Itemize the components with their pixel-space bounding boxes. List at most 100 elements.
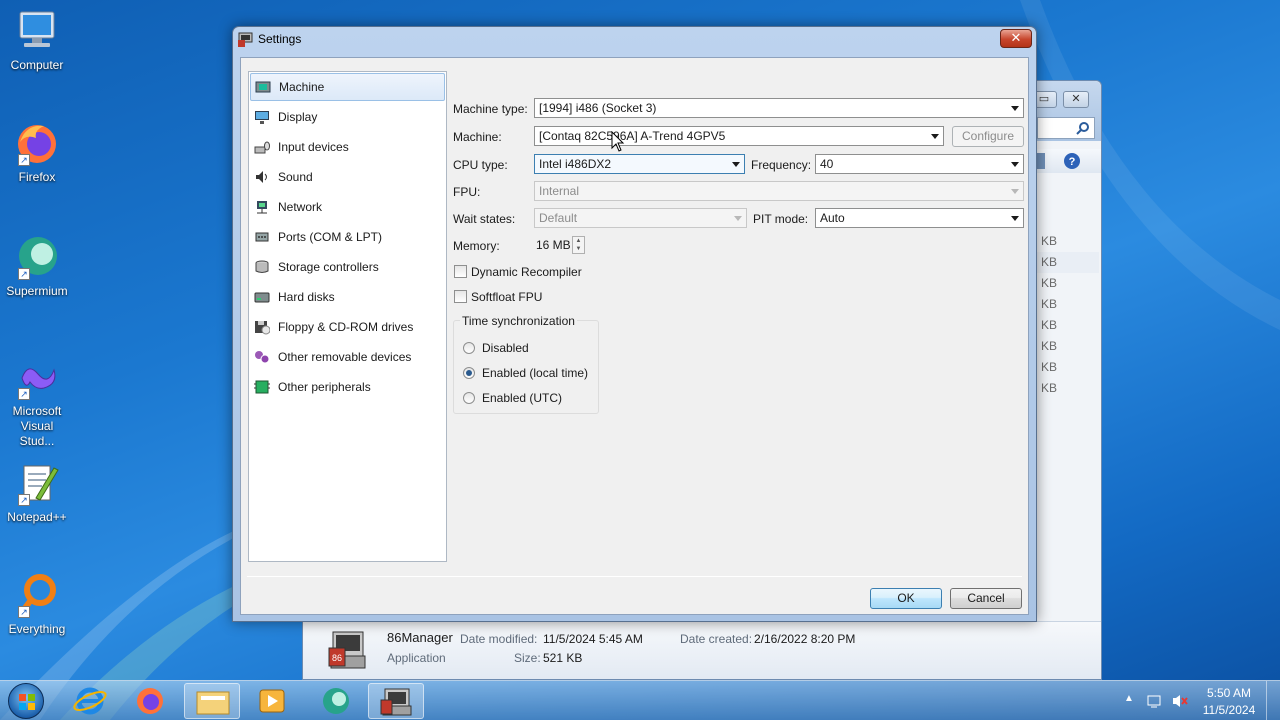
desktop-icon-firefox[interactable]: ↗ Firefox [2,120,72,184]
chevron-down-icon [1011,106,1019,111]
category-item-floppy-cdrom[interactable]: Floppy & CD-ROM drives [250,313,445,341]
taskbar-86box-manager[interactable] [368,683,424,719]
details-file-type: Application [387,651,446,665]
time-sync-local-radio[interactable] [463,367,475,379]
list-item: KB [1041,339,1058,353]
storage-controllers-icon [255,260,269,273]
shortcut-arrow-icon: ↗ [18,154,30,166]
show-hidden-icons-icon[interactable]: ▲ [1124,693,1134,704]
machine-label: Machine: [453,130,502,144]
dialog-client-area: Machine Display Input devices Sound Netw… [240,57,1029,615]
category-item-storage-controllers[interactable]: Storage controllers [250,253,445,281]
taskbar: ▲ 5:50 AM 11/5/2024 [0,680,1280,720]
clock-time[interactable]: 5:50 AM [1194,686,1264,700]
time-sync-utc-radio[interactable] [463,392,475,404]
pit-mode-dropdown[interactable]: Auto [815,208,1024,228]
svg-text:?: ? [1069,156,1076,168]
dialog-titlebar[interactable]: Settings ✕ [233,27,1036,53]
frequency-dropdown[interactable]: 40 [815,154,1024,174]
floppy-cdrom-icon [255,321,270,335]
mouse-cursor-icon [611,131,625,152]
explorer-toolbar: ? [1037,149,1101,173]
volume-muted-icon[interactable] [1171,693,1189,709]
memory-spinner[interactable]: ▲ ▼ [572,236,585,254]
category-list[interactable]: Machine Display Input devices Sound Netw… [248,71,447,562]
action-center-icon[interactable] [1146,693,1162,709]
desktop-icon-everything[interactable]: ↗ Everything [2,572,72,636]
taskbar-file-explorer[interactable] [184,683,240,719]
hard-disk-icon [254,292,270,303]
cpu-type-label: CPU type: [453,158,508,172]
desktop-icon-visual-studio[interactable]: ↗ Microsoft Visual Stud... [2,354,72,449]
category-item-hard-disks[interactable]: Hard disks [250,283,445,311]
cancel-button[interactable]: Cancel [950,588,1022,609]
category-label: Other removable devices [278,350,412,364]
category-label: Hard disks [278,290,335,304]
details-size-label: Size: [514,651,541,665]
category-item-input-devices[interactable]: Input devices [250,133,445,161]
category-item-machine[interactable]: Machine [250,73,445,101]
file-explorer-icon [196,691,230,715]
category-item-network[interactable]: Network [250,193,445,221]
machine-value: [Contaq 82C596A] A-Trend 4GPV5 [539,129,726,143]
start-button[interactable] [8,683,44,719]
machine-dropdown[interactable]: [Contaq 82C596A] A-Trend 4GPV5 [534,126,944,146]
settings-dialog[interactable]: Settings ✕ Machine Display Input devices… [232,26,1037,622]
supermium-icon [323,688,349,714]
machine-type-label: Machine type: [453,102,528,116]
category-item-sound[interactable]: Sound [250,163,445,191]
category-item-display[interactable]: Display [250,103,445,131]
desktop-icon-label: Everything [8,622,66,636]
category-item-removable-devices[interactable]: Other removable devices [250,343,445,371]
taskbar-supermium[interactable] [308,683,364,719]
taskbar-media-player[interactable] [244,683,300,719]
frequency-value: 40 [820,157,834,171]
chevron-down-icon [931,134,939,139]
taskbar-internet-explorer[interactable] [62,683,118,719]
cpu-type-dropdown[interactable]: Intel i486DX2 [534,154,745,174]
explorer-search-box[interactable] [1037,117,1095,139]
wait-states-dropdown[interactable]: Default [534,208,747,228]
fpu-dropdown[interactable]: Internal [534,181,1024,201]
spin-up-icon[interactable]: ▲ [573,237,584,245]
cpu-type-value: Intel i486DX2 [539,157,612,171]
desktop-icon-notepad-plus-plus[interactable]: ↗ Notepad++ [2,460,72,524]
desktop-icon-supermium[interactable]: ↗ Supermium [2,234,72,298]
dynamic-recompiler-checkbox[interactable] [454,265,467,278]
computer-icon [19,11,55,47]
list-item: KB [1041,276,1058,290]
clock-date[interactable]: 11/5/2024 [1194,703,1264,717]
category-label: Input devices [278,140,349,154]
taskbar-firefox[interactable] [122,683,178,719]
category-item-other-peripherals[interactable]: Other peripherals [250,373,445,401]
removable-devices-icon [255,351,270,364]
machine-type-dropdown[interactable]: [1994] i486 (Socket 3) [534,98,1024,118]
spin-down-icon[interactable]: ▼ [573,245,584,253]
category-label: Floppy & CD-ROM drives [278,320,414,334]
category-label: Other peripherals [278,380,371,394]
details-date-created: 2/16/2022 8:20 PM [754,632,856,646]
time-sync-disabled-radio[interactable] [463,342,475,354]
show-desktop-button[interactable] [1266,681,1280,720]
chevron-down-icon [1011,189,1019,194]
desktop-icon-computer[interactable]: Computer [2,8,72,72]
configure-button[interactable]: Configure [952,126,1024,147]
softfloat-fpu-checkbox[interactable] [454,290,467,303]
help-icon[interactable]: ? [1063,152,1081,170]
category-item-ports[interactable]: Ports (COM & LPT) [250,223,445,251]
details-date-modified-label: Date modified: [460,632,538,646]
explorer-file-sizes: KB KB KB KB KB KB KB KB [1037,231,1099,399]
svg-text:86: 86 [332,653,342,663]
close-button[interactable]: ✕ [1000,29,1032,48]
shortcut-arrow-icon: ↗ [18,388,30,400]
explorer-close-button[interactable]: ✕ [1063,91,1089,108]
firefox-icon [137,688,163,714]
details-file-name: 86Manager [387,630,453,645]
wait-states-value: Default [539,211,578,225]
desktop-icon-label: Notepad++ [7,510,67,524]
view-pane-icon[interactable] [1037,153,1045,169]
memory-label: Memory: [453,239,500,253]
ok-button[interactable]: OK [870,588,942,609]
display-icon [255,111,269,124]
internet-explorer-icon [73,687,107,715]
